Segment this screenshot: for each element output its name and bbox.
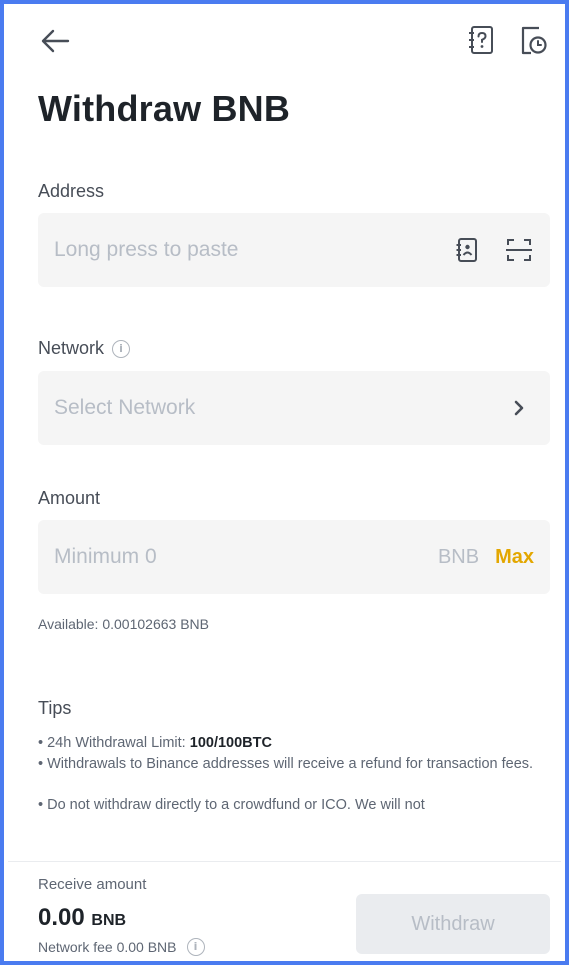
address-input[interactable] — [54, 238, 430, 262]
network-placeholder: Select Network — [54, 396, 196, 419]
amount-field[interactable]: BNB Max — [38, 520, 550, 594]
withdraw-button[interactable]: Withdraw — [356, 894, 550, 954]
receive-amount-unit: BNB — [91, 912, 127, 929]
chevron-right-icon — [504, 393, 534, 423]
tip-limit-value: 100/100BTC — [189, 735, 272, 751]
max-button[interactable]: Max — [495, 546, 534, 569]
tip-withdrawal-limit: • 24h Withdrawal Limit: 100/100BTC — [38, 733, 538, 754]
address-field[interactable] — [38, 213, 550, 287]
info-icon[interactable]: i — [112, 339, 131, 358]
network-select[interactable]: Select Network — [38, 371, 550, 445]
tip-ico: • Do not withdraw directly to a crowdfun… — [38, 797, 425, 813]
page-title: Withdraw BNB — [38, 88, 291, 129]
arrow-left-icon[interactable] — [38, 26, 72, 56]
info-icon[interactable]: i — [186, 938, 205, 956]
receive-amount-value: 0.00 BNB — [38, 904, 126, 932]
address-label-text: Address — [38, 181, 105, 201]
amount-unit: BNB — [437, 545, 480, 568]
receive-amount-label: Receive amount — [38, 876, 147, 893]
history-icon[interactable] — [518, 24, 548, 56]
screen: Withdraw BNB Address Long press to paste… — [8, 8, 561, 961]
network-fee: Network fee 0.00 BNB i — [38, 938, 205, 956]
scan-icon[interactable] — [504, 235, 534, 265]
tips-list: • 24h Withdrawal Limit: 100/100BTC • Wit… — [38, 733, 538, 816]
amount-label: Amount — [38, 488, 100, 509]
amount-label-text: Amount — [38, 488, 101, 508]
bottom-bar: Receive amount 0.00 BNB Network fee 0.00… — [8, 861, 561, 961]
amount-input[interactable] — [54, 545, 438, 569]
tip-refund: • Withdrawals to Binance addresses will … — [38, 756, 534, 772]
receive-amount-number: 0.00 — [38, 904, 85, 931]
screen-frame: Withdraw BNB Address Long press to paste… — [0, 0, 569, 965]
network-label-text: Network — [38, 338, 105, 358]
network-fee-text: Network fee 0.00 BNB — [38, 939, 177, 955]
address-book-icon[interactable] — [452, 235, 482, 265]
available-balance: Available: 0.00102663 BNB — [38, 616, 209, 632]
tips-title: Tips — [38, 698, 72, 718]
help-question-icon[interactable] — [466, 24, 496, 56]
tip-limit-prefix: • 24h Withdrawal Limit: — [38, 735, 190, 751]
network-label: Network i — [38, 338, 131, 359]
address-label: Address — [38, 181, 104, 202]
